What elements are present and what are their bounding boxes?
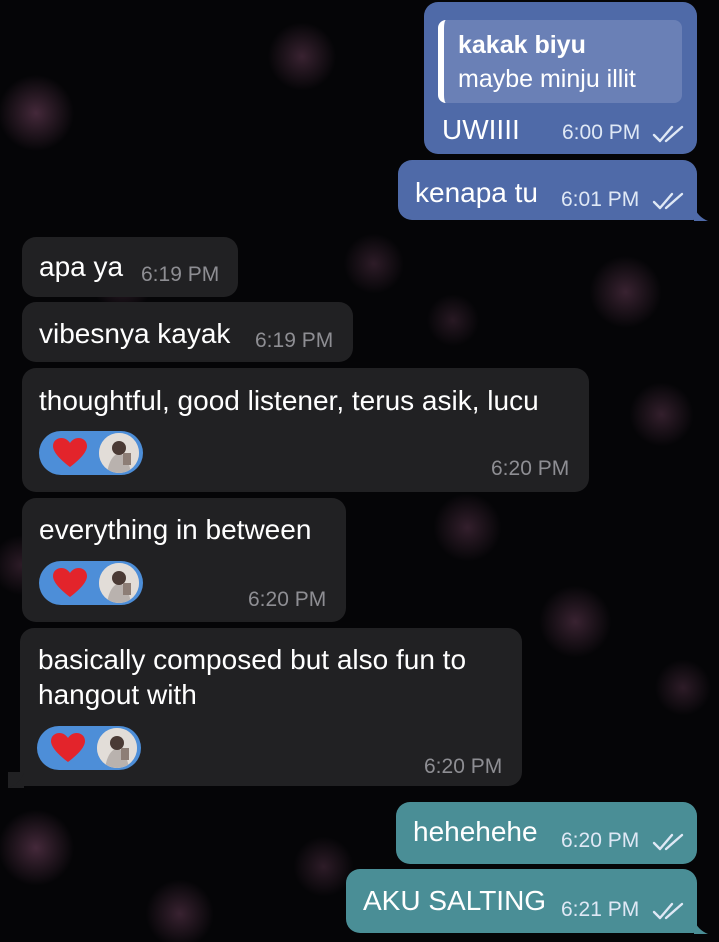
- double-check-icon: [652, 192, 684, 210]
- message-text: apa ya: [39, 251, 124, 282]
- message-text-line: hangout with: [38, 679, 197, 710]
- reaction-pill[interactable]: [39, 561, 143, 605]
- message-text: vibesnya kayak: [39, 318, 231, 349]
- message-time: 6:20 PM: [491, 457, 570, 480]
- message-time: 6:20 PM: [561, 829, 640, 852]
- message-text: hehehehe: [413, 816, 538, 847]
- incoming-message[interactable]: apa ya 6:19 PM: [22, 237, 238, 297]
- double-check-icon: [652, 833, 684, 851]
- message-text: thoughtful, good listener, terus asik, l…: [39, 385, 539, 416]
- outgoing-message[interactable]: AKU SALTING 6:21 PM: [346, 869, 697, 933]
- reactor-avatar: [97, 728, 137, 768]
- outgoing-message[interactable]: kenapa tu 6:01 PM: [398, 160, 697, 220]
- chat-screen: { "messages": [ {"id":"m1","direction":"…: [0, 0, 719, 942]
- message-text: everything in between: [39, 514, 312, 545]
- message-time: 6:20 PM: [248, 588, 327, 611]
- reactor-avatar: [99, 563, 139, 603]
- reply-sender-name: kakak biyu: [458, 31, 586, 59]
- message-time: 6:19 PM: [141, 263, 220, 286]
- reply-quoted-text: maybe minju illit: [458, 65, 636, 93]
- bubble-tail: [694, 920, 708, 934]
- double-check-icon: [652, 902, 684, 920]
- message-time: 6:21 PM: [561, 898, 640, 921]
- outgoing-message[interactable]: hehehehe 6:20 PM: [396, 802, 697, 864]
- message-time: 6:00 PM: [562, 121, 641, 144]
- incoming-message[interactable]: basically composed but also fun to hango…: [20, 628, 522, 786]
- message-text: AKU SALTING: [363, 885, 547, 916]
- outgoing-message[interactable]: kakak biyu maybe minju illit UWIIII 6:00…: [424, 2, 697, 154]
- message-text: UWIIII: [442, 114, 520, 145]
- message-time: 6:01 PM: [561, 188, 640, 211]
- heart-emoji: [51, 733, 85, 762]
- message-text: kenapa tu: [415, 177, 538, 208]
- incoming-message[interactable]: everything in between 6:20 PM: [22, 498, 346, 622]
- message-text-line: basically composed but also fun to: [38, 644, 467, 675]
- bubble-tail: [8, 772, 24, 788]
- reply-quote[interactable]: kakak biyu maybe minju illit: [438, 20, 682, 103]
- double-check-icon: [652, 125, 684, 143]
- incoming-message[interactable]: thoughtful, good listener, terus asik, l…: [22, 368, 589, 492]
- incoming-message[interactable]: vibesnya kayak 6:19 PM: [22, 302, 353, 362]
- heart-emoji: [53, 438, 87, 467]
- reactor-avatar: [99, 433, 139, 473]
- bubble-tail: [694, 207, 708, 221]
- message-time: 6:19 PM: [255, 329, 334, 352]
- heart-emoji: [53, 568, 87, 597]
- reaction-pill[interactable]: [39, 431, 143, 475]
- reaction-pill[interactable]: [37, 726, 141, 770]
- message-time: 6:20 PM: [424, 755, 503, 778]
